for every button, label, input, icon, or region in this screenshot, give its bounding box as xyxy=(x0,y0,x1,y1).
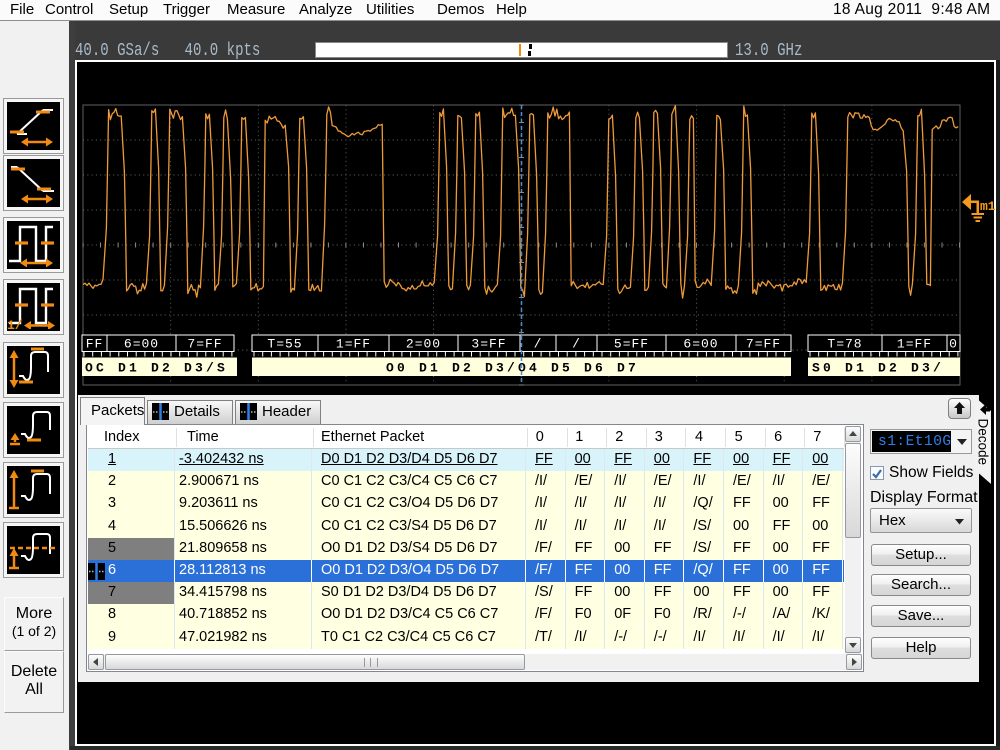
svg-text:Decode: Decode xyxy=(976,419,991,466)
svg-text:S0 D1 D2 D3/: S0 D1 D2 D3/ xyxy=(812,361,944,376)
svg-text:1/: 1/ xyxy=(7,318,23,329)
svg-text:6=00: 6=00 xyxy=(124,337,159,352)
svg-text:3=FF: 3=FF xyxy=(471,337,506,352)
svg-text:/: / xyxy=(534,337,543,352)
svg-text:0: 0 xyxy=(949,337,958,352)
svg-text:FF: FF xyxy=(86,337,104,352)
svg-text:/: / xyxy=(572,337,581,352)
svg-text:T=55: T=55 xyxy=(267,337,302,352)
svg-text:OC D1 D2 D3/S: OC D1 D2 D3/S xyxy=(85,361,228,376)
svg-text:O0 D1 D2 D3/O4 D5 D6 D7: O0 D1 D2 D3/O4 D5 D6 D7 xyxy=(386,361,639,376)
svg-text:T=78: T=78 xyxy=(827,337,862,352)
svg-text:1=FF: 1=FF xyxy=(897,337,932,352)
svg-text:5=FF: 5=FF xyxy=(614,337,649,352)
svg-text:2=00: 2=00 xyxy=(406,337,441,352)
svg-text:m1: m1 xyxy=(980,199,996,214)
svg-text:1=FF: 1=FF xyxy=(336,337,371,352)
svg-text:7=FF: 7=FF xyxy=(187,337,222,352)
svg-text:6=00: 6=00 xyxy=(683,337,718,352)
svg-text:7=FF: 7=FF xyxy=(746,337,781,352)
